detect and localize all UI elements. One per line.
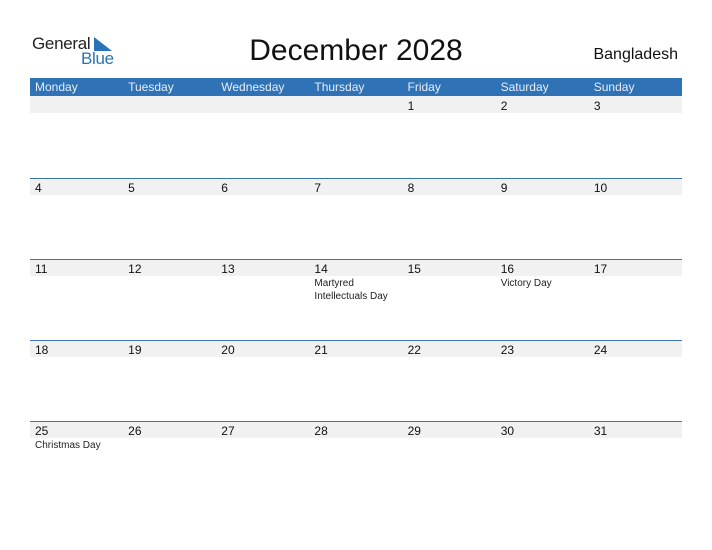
- day-number: 18: [35, 343, 49, 357]
- day-cell: 10: [589, 178, 682, 259]
- day-cell: 1: [403, 96, 496, 177]
- holiday-label: Christmas Day: [35, 440, 101, 451]
- day-number: 31: [593, 424, 608, 438]
- day-cell: 7: [309, 178, 402, 259]
- day-cell: 6: [216, 178, 309, 259]
- day-cell: 21: [309, 340, 402, 421]
- day-number: 8: [407, 181, 415, 195]
- day-number: 19: [128, 343, 142, 357]
- day-number: 26: [128, 424, 142, 438]
- weekday-thursday: Thursday: [314, 80, 365, 94]
- day-number: 21: [314, 343, 328, 357]
- day-number: 14: [314, 262, 328, 276]
- day-cell: 24: [589, 340, 682, 421]
- day-cell: 23: [496, 340, 589, 421]
- day-number: 22: [407, 343, 421, 357]
- day-number: 6: [221, 181, 228, 195]
- day-cell: 13: [216, 259, 309, 340]
- day-cell: 15: [403, 259, 496, 340]
- day-cell: [30, 96, 123, 177]
- day-number: 3: [593, 99, 601, 113]
- day-number: 16: [500, 262, 515, 276]
- day-cell: 19: [123, 340, 216, 421]
- week-row: 25 Christmas Day 26 27 28 29 30 31: [30, 421, 682, 502]
- day-number: 9: [500, 181, 508, 195]
- day-number: 20: [221, 343, 235, 357]
- day-number: 5: [128, 181, 135, 195]
- day-cell: 16 Victory Day: [496, 259, 589, 340]
- day-number: 10: [593, 181, 608, 195]
- day-number: 24: [593, 343, 608, 357]
- weekday-header: Monday Tuesday Wednesday Thursday Friday…: [30, 78, 682, 96]
- day-number: 4: [35, 181, 42, 195]
- day-cell: 11: [30, 259, 123, 340]
- weekday-friday: Friday: [407, 80, 441, 94]
- holiday-label: Victory Day: [500, 278, 552, 289]
- day-number: 12: [128, 262, 142, 276]
- day-number: 2: [500, 99, 508, 113]
- week-row: 1 2 3: [30, 96, 682, 177]
- weekday-wednesday: Wednesday: [221, 80, 285, 94]
- day-cell: 25 Christmas Day: [30, 421, 123, 502]
- day-cell: 26: [123, 421, 216, 502]
- weekday-saturday: Saturday: [500, 80, 549, 94]
- day-cell: 22: [403, 340, 496, 421]
- day-number: 11: [35, 262, 48, 276]
- week-row: 18 19 20 21 22 23 24: [30, 340, 682, 421]
- day-number: 30: [500, 424, 515, 438]
- day-cell: 27: [216, 421, 309, 502]
- day-cell: [123, 96, 216, 177]
- weekday-monday: Monday: [35, 80, 78, 94]
- day-cell: 9: [496, 178, 589, 259]
- weekday-sunday: Sunday: [593, 80, 635, 94]
- day-cell: 17: [589, 259, 682, 340]
- day-number: 23: [500, 343, 515, 357]
- day-cell: 30: [496, 421, 589, 502]
- day-cell: 31: [589, 421, 682, 502]
- day-cell: [216, 96, 309, 177]
- day-cell: 29: [403, 421, 496, 502]
- day-cell: 28: [309, 421, 402, 502]
- day-cell: 8: [403, 178, 496, 259]
- day-cell: 18: [30, 340, 123, 421]
- holiday-label: Martyred Intellectuals Day: [314, 278, 388, 302]
- day-number: 15: [407, 262, 421, 276]
- day-cell: [309, 96, 402, 177]
- day-number: 27: [221, 424, 235, 438]
- country-label: Bangladesh: [593, 46, 678, 63]
- week-row: 11 12 13 14 Martyred Intellectuals Day 15 16 Vi…: [30, 259, 682, 340]
- day-number: 13: [221, 262, 235, 276]
- week-row: 4 5 6 7 8 9 10: [30, 178, 682, 259]
- day-number: 17: [593, 262, 608, 276]
- day-cell: 2: [496, 96, 589, 177]
- day-cell: 12: [123, 259, 216, 340]
- day-number: 29: [407, 424, 421, 438]
- day-cell: 4: [30, 178, 123, 259]
- day-number: 25: [35, 424, 49, 438]
- day-cell: 20: [216, 340, 309, 421]
- day-number: 28: [314, 424, 328, 438]
- day-cell: 5: [123, 178, 216, 259]
- day-cell: 14 Martyred Intellectuals Day: [309, 259, 402, 340]
- day-number: 7: [314, 181, 322, 195]
- day-number: 1: [407, 99, 415, 113]
- weekday-tuesday: Tuesday: [128, 80, 174, 94]
- day-cell: 3: [589, 96, 682, 177]
